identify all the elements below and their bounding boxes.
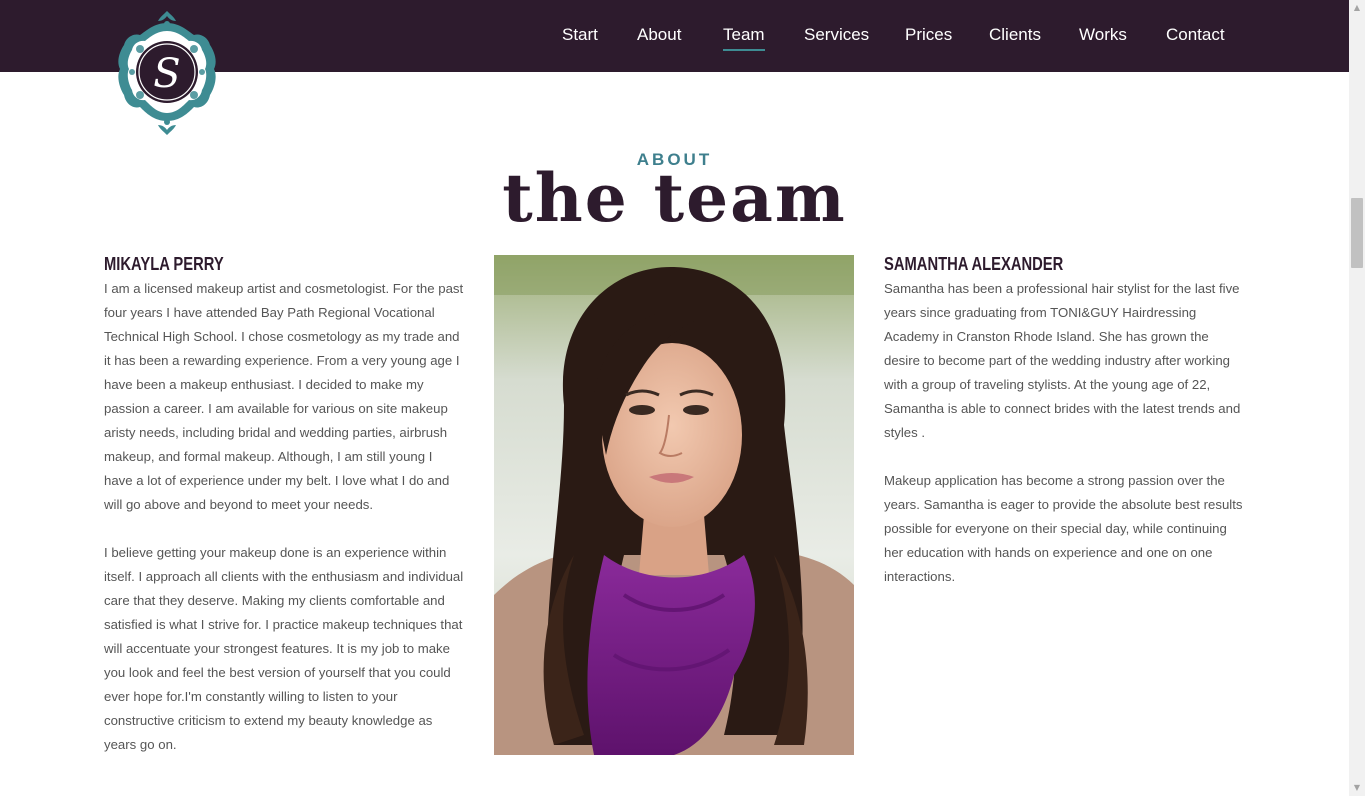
- member-bio-paragraph: I am a licensed makeup artist and cosmet…: [104, 281, 464, 512]
- member-bio-paragraph: I believe getting your makeup done is an…: [104, 545, 464, 752]
- member-bio-paragraph: Samantha has been a professional hair st…: [884, 281, 1241, 440]
- scrollbar-thumb[interactable]: [1351, 198, 1363, 268]
- page-scrollbar[interactable]: ▲ ▼: [1349, 0, 1365, 796]
- nav-services-link[interactable]: Services: [804, 24, 869, 46]
- nav-start-link[interactable]: Start: [562, 24, 598, 46]
- site-logo[interactable]: S: [114, 9, 220, 137]
- nav-prices-link[interactable]: Prices: [905, 24, 952, 46]
- team-member-photo: [494, 255, 854, 755]
- svg-text:S: S: [153, 51, 180, 97]
- ornamental-monogram-logo-icon: S: [118, 11, 216, 135]
- member-bio-paragraph: Makeup application has become a strong p…: [884, 473, 1243, 584]
- nav-contact-link[interactable]: Contact: [1166, 24, 1225, 46]
- scroll-down-arrow-icon[interactable]: ▼: [1349, 780, 1365, 796]
- nav-team-link[interactable]: Team: [723, 24, 765, 51]
- nav-clients-link[interactable]: Clients: [989, 24, 1041, 46]
- portrait-photo: [494, 255, 854, 755]
- team-member-samantha: SAMANTHA ALEXANDER Samantha has been a p…: [884, 253, 1244, 589]
- member-name: MIKAYLA PERRY: [104, 254, 224, 274]
- team-member-mikayla: MIKAYLA PERRY I am a licensed makeup art…: [104, 253, 464, 757]
- scroll-up-arrow-icon[interactable]: ▲: [1349, 0, 1365, 16]
- member-name: SAMANTHA ALEXANDER: [884, 254, 1064, 274]
- nav-works-link[interactable]: Works: [1079, 24, 1127, 46]
- nav-about-link[interactable]: About: [637, 24, 681, 46]
- section-title: the team: [502, 159, 847, 237]
